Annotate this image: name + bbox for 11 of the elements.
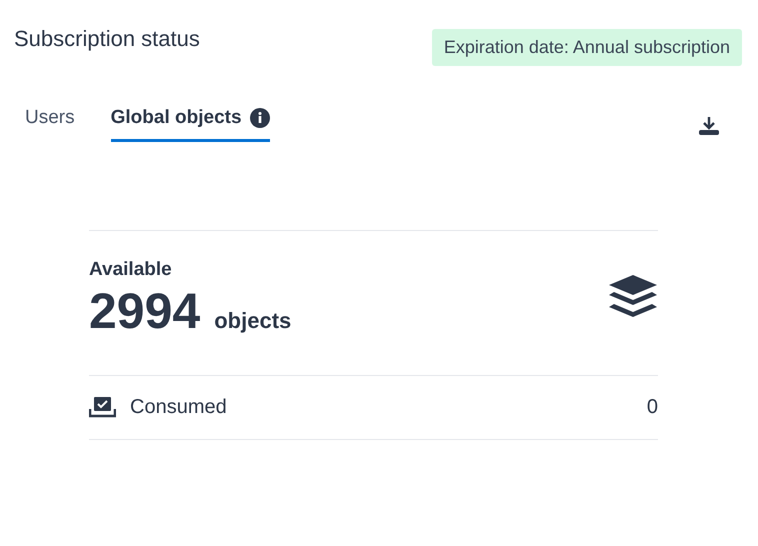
consumed-label: Consumed (130, 395, 227, 420)
download-icon[interactable] (698, 116, 720, 136)
tab[interactable]: Users (25, 104, 75, 142)
page-title: Subscription status (14, 25, 200, 53)
available-unit: objects (214, 306, 292, 335)
tab[interactable]: Global objects (110, 104, 270, 142)
consumed-value: 0 (646, 395, 658, 420)
available-label: Available (89, 258, 173, 282)
inbox-check-icon (89, 396, 116, 418)
available-count: 2994 (89, 282, 200, 338)
expiration-badge: Expiration date: Annual subscription (432, 29, 742, 66)
